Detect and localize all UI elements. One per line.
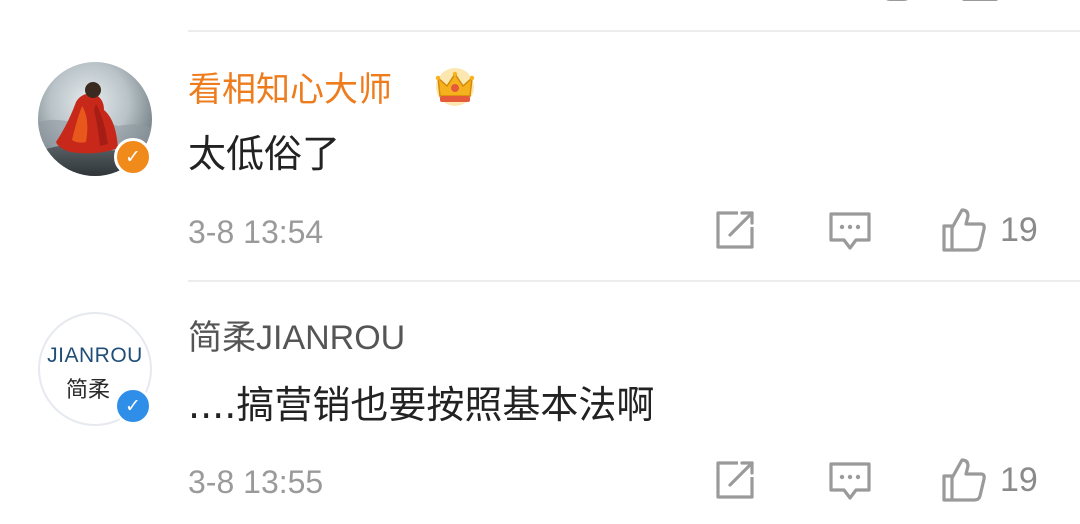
like-count: 19 — [1000, 460, 1038, 499]
comment-list-screen: ✓ 看相知心大师 太低俗了 3-8 13:54 19 JIANROU 简柔 ✓ … — [0, 0, 1080, 524]
username[interactable]: 简柔JIANROU — [188, 318, 405, 358]
comment-text: 太低俗了 — [188, 132, 341, 176]
comment-bubble-icon — [829, 212, 871, 250]
crown-icon[interactable] — [432, 66, 478, 108]
like-button[interactable]: 19 — [940, 206, 1038, 254]
jianrou-brand-logo-chinese: 简柔 — [66, 378, 111, 403]
like-button[interactable]: 19 — [940, 456, 1038, 504]
jianrou-brand-logo-text: JIANROU — [47, 344, 143, 367]
orange-verified-v-icon: ✓ — [114, 138, 152, 176]
comment-text: ....搞营销也要按照基本法啊 — [188, 383, 655, 427]
comment-timestamp: 3-8 13:55 — [188, 464, 324, 500]
reply-button[interactable] — [828, 460, 872, 502]
thumbs-up-icon — [942, 208, 986, 252]
comment-item: JIANROU 简柔 — [0, 250, 1080, 490]
repost-icon — [716, 211, 754, 249]
like-count: 19 — [1000, 210, 1038, 249]
repost-button[interactable] — [714, 209, 756, 251]
repost-button[interactable] — [714, 459, 756, 501]
comment-bubble-icon — [829, 462, 871, 500]
comment-timestamp: 3-8 13:54 — [188, 214, 324, 250]
username[interactable]: 看相知心大师 — [188, 70, 392, 110]
thumbs-up-icon — [942, 458, 986, 502]
blue-verified-v-icon: ✓ — [114, 387, 152, 425]
reply-button[interactable] — [828, 210, 872, 252]
comment-item: ✓ 看相知心大师 太低俗了 3-8 13:54 19 — [0, 0, 1080, 252]
repost-icon — [716, 461, 754, 499]
